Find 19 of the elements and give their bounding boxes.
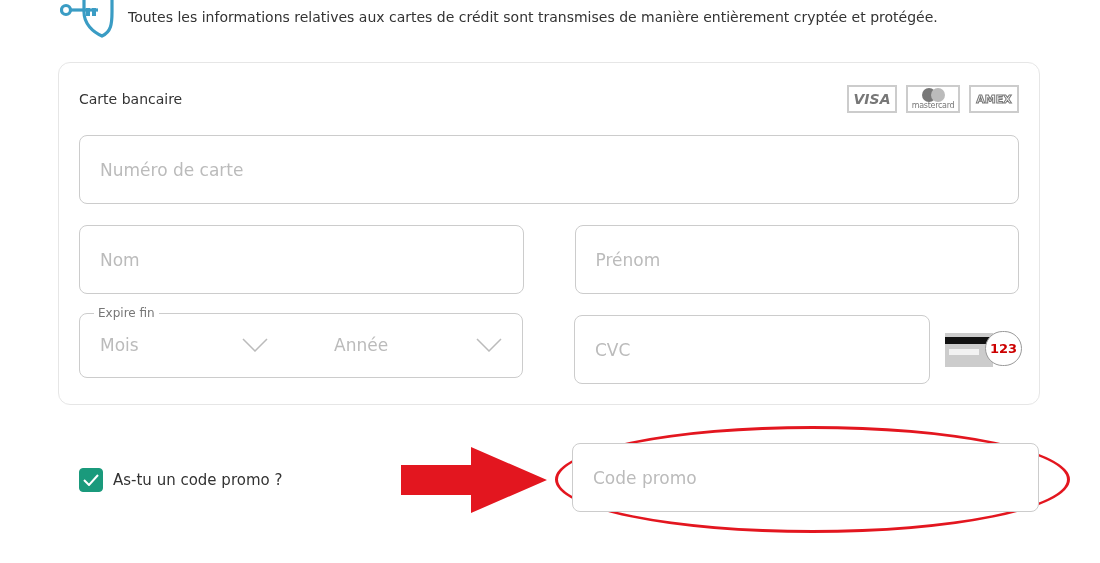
year-select[interactable]: Année [334, 334, 502, 355]
cvc-field[interactable]: CVC [574, 315, 930, 384]
key-shield-icon [60, 0, 114, 38]
card-number-field[interactable]: Numéro de carte [79, 135, 1019, 204]
last-name-field[interactable]: Nom [79, 225, 524, 294]
visa-logo: VISA [847, 85, 897, 113]
amex-logo: AMEX [969, 85, 1019, 113]
promo-checkbox[interactable] [79, 467, 103, 492]
chevron-down-icon [242, 337, 268, 352]
month-select[interactable]: Mois [100, 334, 268, 355]
chevron-down-icon [476, 337, 502, 352]
expiry-legend: Expire fin [94, 306, 159, 320]
promo-checkbox-label: As-tu un code promo ? [113, 470, 283, 489]
first-name-field[interactable]: Prénom [574, 225, 1019, 294]
checkmark-icon [83, 473, 99, 486]
promo-code-field[interactable]: Code promo [572, 443, 1039, 512]
mastercard-logo: mastercard [906, 85, 960, 113]
security-note: Toutes les informations relatives aux cartes de crédit sont transmises de manière entièrement cryptée et protégée. [128, 9, 938, 25]
panel-title: Carte bancaire [79, 91, 183, 107]
